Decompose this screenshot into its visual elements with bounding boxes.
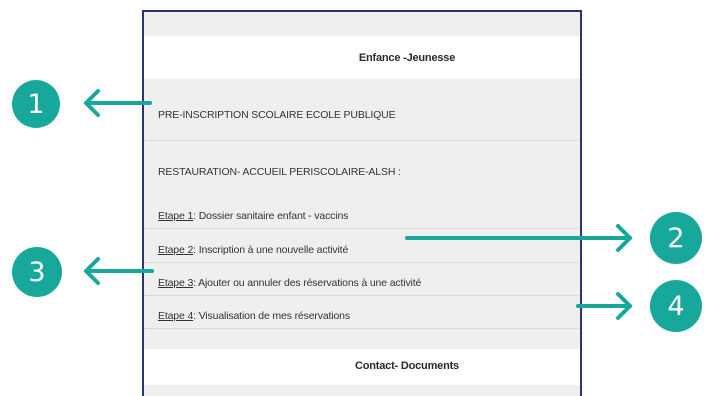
- section-title-contact-documents: Contact- Documents: [355, 360, 459, 372]
- arrow-4-head: [616, 292, 632, 320]
- etape-3-link[interactable]: Etape 3: [158, 277, 193, 289]
- etape-1-label: Dossier sanitaire enfant - vaccins: [198, 210, 349, 222]
- divider: [144, 295, 580, 296]
- etape-3-label: Ajouter ou annuler des réservations à un…: [198, 277, 422, 289]
- bottom-band: [144, 385, 580, 396]
- etape-1-link[interactable]: Etape 1: [158, 210, 193, 222]
- callout-badge-2: 2: [650, 212, 702, 264]
- divider: [144, 228, 580, 229]
- arrow-2-head: [616, 224, 632, 252]
- top-band: [144, 12, 580, 36]
- callout-badge-4: 4: [650, 280, 702, 332]
- menu-item-etape-4[interactable]: Etape 4: Visualisation de mes réservatio…: [158, 310, 570, 322]
- etape-4-label: Visualisation de mes réservations: [198, 310, 350, 322]
- divider: [144, 328, 580, 329]
- portal-panel: Enfance -Jeunesse PRE-INSCRIPTION SCOLAI…: [142, 10, 582, 396]
- menu-heading-restauration: RESTAURATION- ACCUEIL PERISCOLAIRE-ALSH …: [158, 166, 401, 178]
- menu-item-etape-2[interactable]: Etape 2: Inscription à une nouvelle acti…: [158, 244, 570, 256]
- divider: [144, 262, 580, 263]
- etape-2-link[interactable]: Etape 2: [158, 244, 193, 256]
- callout-badge-3: 3: [12, 247, 62, 297]
- arrow-1-head: [84, 89, 100, 117]
- callout-badge-1: 1: [12, 80, 60, 128]
- etape-2-label: Inscription à une nouvelle activité: [198, 244, 349, 256]
- divider: [144, 140, 580, 141]
- menu-item-preinscription[interactable]: PRE-INSCRIPTION SCOLAIRE ECOLE PUBLIQUE: [158, 109, 570, 121]
- menu-item-etape-3[interactable]: Etape 3: Ajouter ou annuler des réservat…: [158, 277, 570, 289]
- arrow-3-head: [84, 257, 100, 285]
- section-title-enfance-jeunesse: Enfance -Jeunesse: [358, 52, 456, 64]
- etape-4-link[interactable]: Etape 4: [158, 310, 193, 322]
- menu-item-etape-1[interactable]: Etape 1: Dossier sanitaire enfant - vacc…: [158, 210, 570, 222]
